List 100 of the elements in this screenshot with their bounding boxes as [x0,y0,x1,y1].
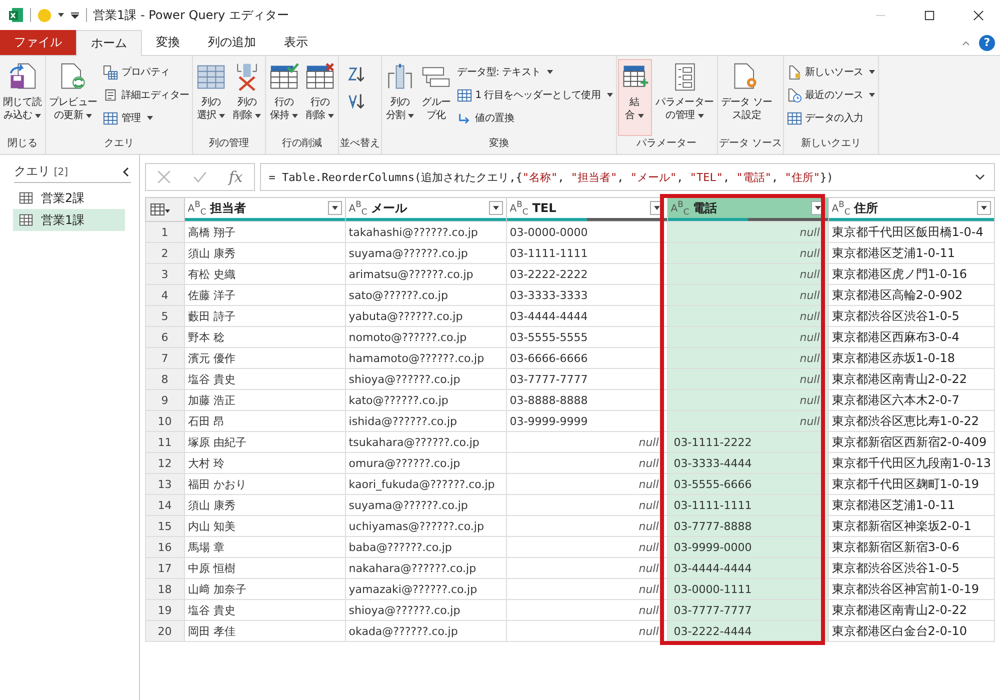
ribbon-button[interactable]: 結 合 [618,59,652,136]
query-item[interactable]: 営業2課 [13,187,139,209]
row-number: 14 [145,494,184,516]
table-cell: 有松 史織 [184,264,346,284]
table-cell: 03-9999-0000 [667,536,828,558]
ribbon-tab[interactable]: ホーム [76,30,142,56]
ribbon-button[interactable]: 詳細エディター [101,84,192,106]
table-cell: takahashi@??????.co.jp [345,222,506,242]
ribbon-button[interactable]: 最近のソース [784,84,878,106]
row-number: 16 [145,536,184,558]
column-header[interactable]: A$^{B}$$_{C}$ メール [345,198,506,222]
insert-function-button[interactable]: fx [228,168,243,186]
ribbon-button[interactable]: プレビュー の更新 [46,59,100,136]
table-cell: kaori_fukuda@??????.co.jp [345,474,506,494]
table-cell: 03-4444-4444 [667,558,828,578]
check-icon[interactable] [192,170,207,184]
close-icon[interactable] [973,10,984,20]
table-cell: null [506,578,668,600]
caret-icon[interactable] [58,13,64,17]
customize-toolbar-icon[interactable] [70,10,80,20]
table-menu-icon[interactable] [150,202,172,216]
ribbon-button[interactable]: 行の 削除 [303,59,338,136]
row-number: 17 [145,558,184,578]
script-icon [103,88,118,102]
help-button[interactable]: ? [979,34,995,50]
caret-icon [869,93,876,97]
row-number: 18 [145,578,184,600]
row-number: 12 [145,452,184,474]
column-header[interactable]: A$^{B}$$_{C}$ 電話 [667,198,828,222]
ribbon-button[interactable]: 列の 選択 [194,59,228,136]
caret-icon [219,114,226,118]
table-cell: 東京都渋谷区神宮前1-0-19 [828,578,994,600]
column-header[interactable]: A$^{B}$$_{C}$ 住所 [828,198,994,222]
table-icon [19,213,33,227]
query-item[interactable]: 営業1課 [13,209,125,231]
caret-icon [546,70,553,74]
table-cell: 東京都千代田区飯田橋1-0-4 [828,222,994,242]
table-cell: 高橋 翔子 [184,222,346,242]
table-cell: 東京都新宿区神楽坂2-0-1 [828,516,994,536]
table-cell: 福田 かおり [184,474,346,494]
formula-field[interactable]: = Table.ReorderColumns(追加されたクエリ,{"名称", "担当者", "メール", "TEL", "電話", "住所"}) [260,163,995,191]
row-number: 2 [145,242,184,264]
table-cell: 塩谷 貴史 [184,600,346,620]
table-cell: 03-2222-4444 [667,620,828,642]
ribbon-tab[interactable]: 表示 [270,30,322,55]
ribbon-button[interactable]: データの入力 [784,107,878,129]
row-number: 7 [145,348,184,368]
ribbon-button[interactable]: 列の 削除 [230,59,264,136]
ribbon-tab[interactable]: ファイル [0,30,76,55]
ribbon-button[interactable]: グルー プ化 [419,59,454,136]
table-cell: null [506,494,668,516]
table-cell: 須山 康秀 [184,494,346,516]
caret-icon [408,114,414,118]
row-number: 13 [145,474,184,494]
ribbon-button[interactable]: 列の 分割 [383,59,418,136]
table-cell: 03-5555-5555 [506,326,668,348]
excel-icon[interactable] [8,7,24,23]
table-cell: 馬場 章 [184,536,346,558]
row-number: 15 [145,516,184,536]
row-number: 5 [145,306,184,326]
filter-button[interactable] [977,201,991,215]
filter-button[interactable] [328,201,342,215]
table-cell: ishida@??????.co.jp [345,410,506,432]
filter-button[interactable] [488,201,503,215]
table-cell: 03-7777-8888 [667,516,828,536]
table-cell: okada@??????.co.jp [345,620,506,642]
properties-icon [103,64,118,80]
ribbon-button[interactable]: データ ソー ス設定 [718,59,774,136]
caret-icon [869,70,876,74]
table-cell: 03-0000-0000 [506,222,668,242]
sort-ascending-icon[interactable] [346,65,364,83]
column-header[interactable]: A$^{B}$$_{C}$ 担当者 [184,198,346,222]
collapse-icon[interactable] [120,166,131,176]
table-icon [103,110,118,126]
ribbon-button[interactable]: 行の 保持 [267,59,302,136]
table-cell: suyama@??????.co.jp [345,242,506,264]
ribbon-button[interactable]: データ型: テキスト [455,61,615,83]
table-cell: null [667,284,828,306]
table-cell: 中原 恒樹 [184,558,346,578]
ribbon-button[interactable]: 1 行目をヘッダーとして使用 [455,84,615,106]
table-cell: hamamoto@??????.co.jp [345,348,506,368]
document-clock-icon [786,88,802,102]
ribbon-button[interactable]: 閉じて読 み込む [1,59,44,136]
ribbon-tab[interactable]: 変換 [142,30,194,55]
ribbon-button[interactable]: 値の置換 [455,107,615,129]
ribbon-button[interactable]: 管理 [101,107,192,129]
table-cell: 03-1111-1111 [667,494,828,516]
ribbon-button[interactable]: プロパティ [101,61,192,83]
table-cell: 佐藤 洋子 [184,284,346,306]
ribbon-tab[interactable]: 列の追加 [194,30,270,55]
sort-descending-icon[interactable] [346,92,364,110]
table-cell: arimatsu@??????.co.jp [345,264,506,284]
ribbon-button[interactable]: 新しいソース [784,61,878,83]
table-cell: 東京都渋谷区恵比寿1-0-22 [828,410,994,432]
ribbon-button[interactable]: パラメーター の管理 [654,59,716,136]
caret-icon [86,114,92,118]
table-cell: shioya@??????.co.jp [345,600,506,620]
maximize-icon[interactable] [924,10,935,20]
column-header[interactable]: A$^{B}$$_{C}$ TEL [506,198,668,222]
table-cell: null [667,264,828,284]
